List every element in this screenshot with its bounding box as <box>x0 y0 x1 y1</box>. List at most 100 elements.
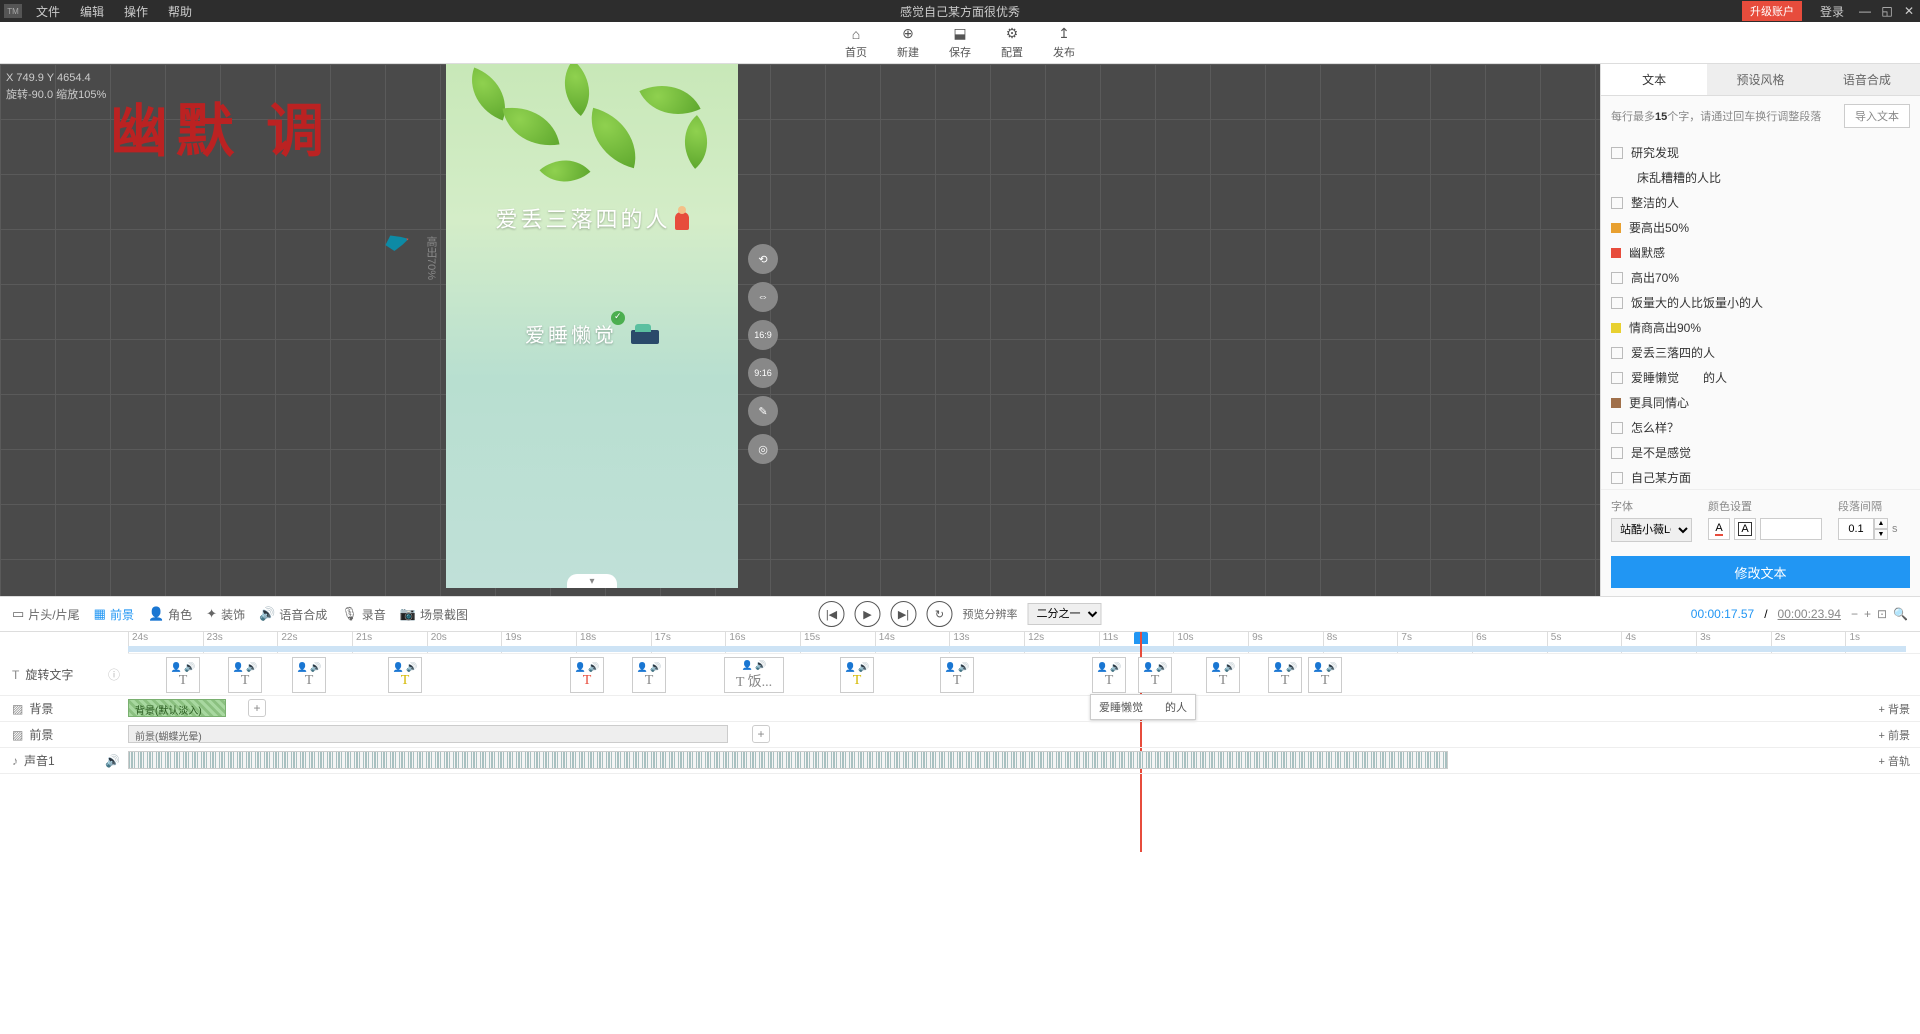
zoom-search-icon[interactable]: 🔍 <box>1893 607 1908 621</box>
text-item-8[interactable]: 爱丢三落四的人 <box>1611 340 1910 365</box>
timeline-clip-7[interactable]: 👤🔊T <box>840 657 874 693</box>
import-text-button[interactable]: 导入文本 <box>1844 104 1910 128</box>
canvas-area[interactable]: X 749.9 Y 4654.4 旋转-90.0 缩放105% 幽默 调 高出7… <box>0 64 1600 596</box>
menu-edit[interactable]: 编辑 <box>70 3 114 20</box>
audio-clip[interactable] <box>128 751 1448 769</box>
menu-help[interactable]: 帮助 <box>158 3 202 20</box>
font-select[interactable]: 站酷小薇LOGO体 <box>1611 518 1692 542</box>
add-audio-track[interactable]: + 音轨 <box>1879 753 1910 769</box>
prev-button[interactable]: |◀ <box>819 601 845 627</box>
float-tool-1[interactable]: ⇔ <box>748 282 778 312</box>
text-item-12[interactable]: 是不是感觉 <box>1611 440 1910 465</box>
text-item-5[interactable]: 高出70% <box>1611 265 1910 290</box>
toolbar-0[interactable]: ⌂首页 <box>845 26 867 60</box>
text-item-1[interactable]: 床乱糟糟的人比 <box>1611 165 1910 190</box>
timeline-clip-9[interactable]: 👤🔊T <box>1092 657 1126 693</box>
loop-button[interactable]: ↻ <box>927 601 953 627</box>
add-fg-track[interactable]: + 前景 <box>1879 727 1910 743</box>
timeline-clip-4[interactable]: 👤🔊T <box>570 657 604 693</box>
text-item-10[interactable]: 更具同情心 <box>1611 390 1910 415</box>
sec-item-0[interactable]: ▭片头/片尾 <box>12 606 80 623</box>
time-total[interactable]: 00:00:23.94 <box>1778 607 1841 621</box>
timeline-clip-3[interactable]: 👤🔊T <box>388 657 422 693</box>
window-title: 感觉自己某方面很优秀 <box>900 3 1020 20</box>
spacing-input[interactable] <box>1838 518 1874 540</box>
login-button[interactable]: 登录 <box>1810 3 1854 20</box>
artboard[interactable]: 爱丢三落四的人 爱睡懒觉 ▾ <box>446 64 738 588</box>
minimize-icon[interactable]: — <box>1854 4 1876 18</box>
float-tool-3[interactable]: 9:16 <box>748 358 778 388</box>
float-tool-2[interactable]: 16:9 <box>748 320 778 350</box>
timeline-range[interactable] <box>128 646 1906 652</box>
text-item-2[interactable]: 整洁的人 <box>1611 190 1910 215</box>
add-bg-track[interactable]: + 背景 <box>1879 701 1910 717</box>
text-item-13[interactable]: 自己某方面 <box>1611 465 1910 489</box>
timeline-clip-13[interactable]: 👤🔊T <box>1308 657 1342 693</box>
timeline-clip-11[interactable]: 👤🔊T <box>1206 657 1240 693</box>
timeline-ruler[interactable]: 24s23s22s21s20s19s18s17s16s15s14s13s12s1… <box>128 632 1920 654</box>
toolbar-4[interactable]: ↥发布 <box>1053 25 1075 60</box>
tab-preset[interactable]: 预设风格 <box>1707 64 1813 95</box>
sec-item-2[interactable]: 👤角色 <box>148 606 192 623</box>
add-bg-clip[interactable]: + <box>248 699 266 717</box>
play-button[interactable]: ▶ <box>855 601 881 627</box>
zoom-fit-icon[interactable]: ⊡ <box>1877 607 1887 621</box>
fps-select[interactable]: 二分之一 <box>1028 603 1102 625</box>
text-item-11[interactable]: 怎么样？ <box>1611 415 1910 440</box>
sec-item-1[interactable]: ▦前景 <box>94 606 134 623</box>
menu-file[interactable]: 文件 <box>26 3 70 20</box>
outline-color-button[interactable]: A <box>1734 518 1756 540</box>
spacing-down[interactable]: ▼ <box>1874 529 1888 540</box>
bg-track-icon: ▨ <box>12 702 23 716</box>
toolbar-1[interactable]: ⊕新建 <box>897 25 919 60</box>
timeline-clip-10[interactable]: 👤🔊T <box>1138 657 1172 693</box>
float-tool-5[interactable]: ◎ <box>748 434 778 464</box>
add-fg-clip[interactable]: + <box>752 725 770 743</box>
float-tool-0[interactable]: ⟲ <box>748 244 778 274</box>
playhead[interactable] <box>1134 632 1148 644</box>
text-item-7[interactable]: 情商高出90% <box>1611 315 1910 340</box>
maximize-icon[interactable]: ◱ <box>1876 4 1898 18</box>
timeline-clip-1[interactable]: 👤🔊T <box>228 657 262 693</box>
timeline-clip-5[interactable]: 👤🔊T <box>632 657 666 693</box>
next-button[interactable]: ▶| <box>891 601 917 627</box>
toolbar-2[interactable]: ⬓保存 <box>949 25 971 60</box>
close-icon[interactable]: ✕ <box>1898 4 1920 18</box>
sec-item-5[interactable]: 🎙录音 <box>341 606 386 623</box>
timeline-clip-8[interactable]: 👤🔊T <box>940 657 974 693</box>
sec-item-3[interactable]: ✦装饰 <box>206 606 245 623</box>
modify-text-button[interactable]: 修改文本 <box>1611 556 1910 588</box>
zoom-out[interactable]: − <box>1851 607 1858 621</box>
right-panel-tabs: 文本 预设风格 语音合成 <box>1601 64 1920 96</box>
toolbar-3[interactable]: ⚙配置 <box>1001 25 1023 60</box>
clip-track-body[interactable]: 爱睡懒觉 的人 👤🔊T👤🔊T👤🔊T👤🔊T👤🔊T👤🔊T👤🔊T 饭...👤🔊T👤🔊T… <box>128 654 1920 695</box>
sec-item-4[interactable]: 🔊语音合成 <box>259 606 327 623</box>
upgrade-button[interactable]: 升级账户 <box>1742 1 1802 21</box>
secondary-toolbar: ▭片头/片尾▦前景👤角色✦装饰🔊语音合成🎙录音📷场景截图 |◀ ▶ ▶| ↻ 预… <box>0 596 1920 632</box>
text-item-6[interactable]: 饭量大的人比饭量小的人 <box>1611 290 1910 315</box>
text-item-0[interactable]: 研究发现 <box>1611 140 1910 165</box>
color-label: 颜色设置 <box>1708 498 1822 514</box>
tab-voice[interactable]: 语音合成 <box>1814 64 1920 95</box>
track-info-icon[interactable]: ⓘ <box>108 666 120 683</box>
float-tool-4[interactable]: ✎ <box>748 396 778 426</box>
fg-clip[interactable]: 前景(蝴蝶光晕) <box>128 725 728 743</box>
text-color-button[interactable]: A <box>1708 518 1730 540</box>
text-list[interactable]: 研究发现床乱糟糟的人比整洁的人要高出50%幽默感高出70%饭量大的人比饭量小的人… <box>1601 136 1920 489</box>
sec-item-6[interactable]: 📷场景截图 <box>400 606 468 623</box>
bg-clip[interactable]: 背景(默认淡入) <box>128 699 226 717</box>
tab-text[interactable]: 文本 <box>1601 64 1707 95</box>
text-item-3[interactable]: 要高出50% <box>1611 215 1910 240</box>
timeline-clip-6[interactable]: 👤🔊T 饭... <box>724 657 784 693</box>
spacing-up[interactable]: ▲ <box>1874 518 1888 529</box>
expand-tab[interactable]: ▾ <box>567 574 617 588</box>
menu-operate[interactable]: 操作 <box>114 3 158 20</box>
text-item-9[interactable]: 爱睡懒觉 的人 <box>1611 365 1910 390</box>
color-preview[interactable] <box>1760 518 1822 540</box>
timeline-clip-0[interactable]: 👤🔊T <box>166 657 200 693</box>
text-item-4[interactable]: 幽默感 <box>1611 240 1910 265</box>
zoom-in[interactable]: + <box>1864 607 1871 621</box>
timeline-clip-12[interactable]: 👤🔊T <box>1268 657 1302 693</box>
audio-mute-icon[interactable]: 🔊 <box>105 754 120 768</box>
timeline-clip-2[interactable]: 👤🔊T <box>292 657 326 693</box>
